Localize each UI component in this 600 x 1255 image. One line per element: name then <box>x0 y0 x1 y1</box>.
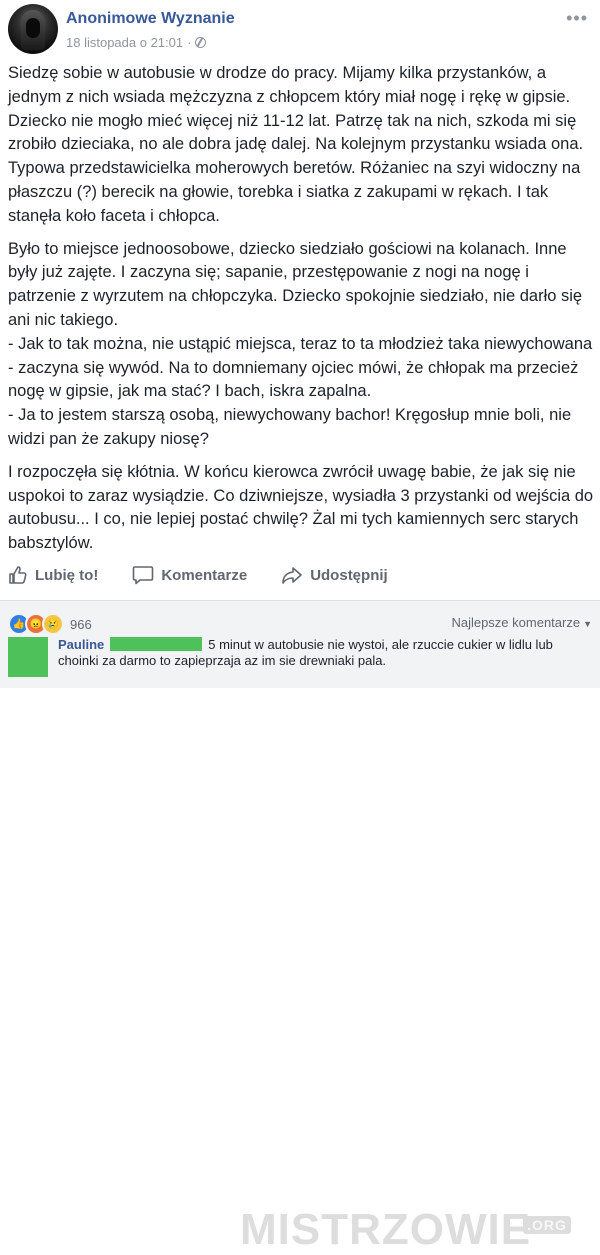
page-name-link[interactable]: Anonimowe Wyznanie <box>66 10 235 28</box>
like-label: Lubię to! <box>35 566 99 584</box>
hood-shadow <box>26 18 40 38</box>
speech-bubble-icon <box>133 566 154 585</box>
post-actions: Lubię to! Komentarze Udostępnij <box>8 560 592 590</box>
sort-label: Najlepsze komentarze <box>451 615 581 630</box>
post-paragraph: Było to miejsce jednoosobowe, dziecko si… <box>8 239 593 448</box>
reactions-summary[interactable]: 👍 😠 😢 966 <box>8 613 92 635</box>
post-body: Siedzę sobie w autobusie w drodze do pra… <box>8 62 594 565</box>
post-meta: 18 listopada o 21:01 · <box>66 35 207 50</box>
comment-label: Komentarze <box>161 566 248 584</box>
globe-icon <box>195 37 207 48</box>
share-arrow-icon <box>282 567 302 584</box>
more-icon[interactable]: ••• <box>566 8 588 29</box>
reaction-count: 966 <box>70 616 92 632</box>
meta-separator: · <box>187 35 192 50</box>
post-paragraph: Siedzę sobie w autobusie w drodze do pra… <box>8 64 584 225</box>
sad-icon: 😢 <box>42 613 64 635</box>
post-paragraph: I rozpoczęła się kłótnia. W końcu kierow… <box>8 462 594 553</box>
commenter-name[interactable]: Pauline <box>58 637 104 652</box>
comment-button[interactable]: Komentarze <box>132 565 247 585</box>
post-header: Anonimowe Wyznanie 18 listopada o 21:01 … <box>8 4 592 56</box>
share-label: Udostępnij <box>310 566 388 584</box>
comment-bubble: Pauline 5 minut w autobusie nie wystoi, a… <box>58 637 584 669</box>
page-avatar[interactable] <box>8 4 58 54</box>
thumbs-up-icon <box>9 566 27 584</box>
censored-surname <box>110 637 203 651</box>
share-button[interactable]: Udostępnij <box>281 565 388 585</box>
comment-sort-dropdown[interactable]: Najlepsze komentarze ▼ <box>451 615 592 630</box>
watermark-logo: MISTRZOWIE.ORG <box>240 1205 571 1255</box>
commenter-avatar[interactable] <box>8 637 48 677</box>
like-button[interactable]: Lubię to! <box>8 565 98 585</box>
chevron-down-icon: ▼ <box>583 619 592 629</box>
comments-section: 👍 😠 😢 966 Najlepsze komentarze ▼ Pauline 5… <box>0 601 600 1254</box>
post-timestamp[interactable]: 18 listopada o 21:01 <box>66 35 183 50</box>
